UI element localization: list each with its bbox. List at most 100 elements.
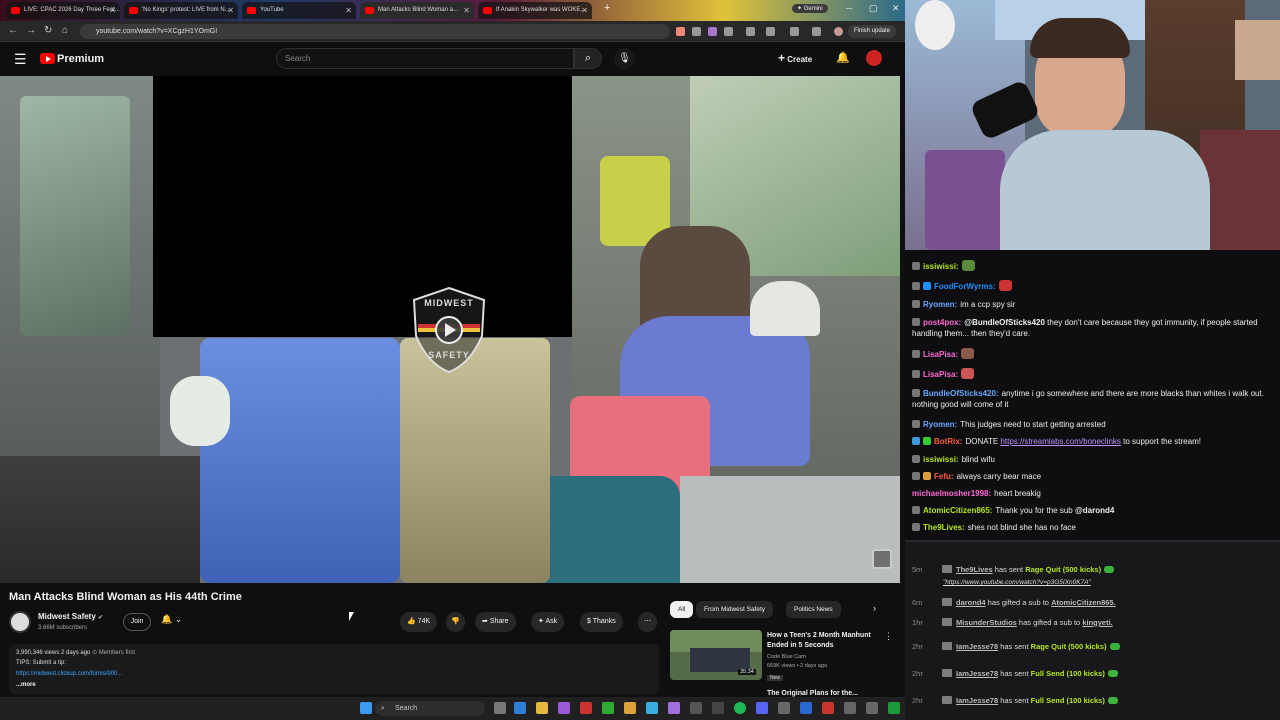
channel-watermark-icon[interactable] [872,549,892,569]
chip-from-channel[interactable]: From Midwest Safety [696,601,774,618]
search-button[interactable]: ⌕ [574,48,602,69]
more-vert-icon[interactable]: ⋮ [884,631,893,642]
stream-events-feed: 5m The9Lives has sent Rage Quit (500 kick… [905,540,1280,720]
forward-icon[interactable]: → [26,25,36,36]
hamburger-menu-icon[interactable]: ☰ [14,52,27,66]
new-tab-button[interactable]: + [604,2,610,14]
extension-icon[interactable] [676,27,685,36]
browser-tab[interactable]: If Anakin Skywalker was WOKE... ✕ [478,2,592,19]
create-button[interactable]: + Create [778,51,812,67]
extension-icon[interactable] [746,27,755,36]
event-link[interactable]: "https://www.youtube.com/watch?v=p3G5IXn… [943,578,1280,588]
chevron-down-icon: ⌄ [174,614,183,624]
chip-all[interactable]: All [670,601,694,618]
task-view-icon[interactable] [494,702,506,714]
browser-tab[interactable]: LIVE: CPAC 2026 Day Three Feat... ✕ [6,2,120,19]
close-icon[interactable]: ✕ [581,2,588,19]
recommended-title[interactable]: The Original Plans for the... [767,690,858,697]
discord-icon[interactable] [756,702,768,714]
back-icon[interactable]: ← [8,25,18,36]
gem-icon [1109,643,1120,650]
avatar[interactable] [866,50,882,66]
description-link[interactable]: https://midwest.clickup.com/forms/900... [16,671,122,677]
chip-politics-news[interactable]: Politics News [786,601,841,618]
search-input[interactable]: Search [276,48,574,69]
badge-icon [923,282,931,290]
finish-update-button[interactable]: Finish update [848,25,897,38]
youtube-logo-icon[interactable] [40,53,55,64]
search-icon: ⌕ [381,705,385,712]
maximize-icon[interactable]: ▢ [869,3,878,14]
app-icon[interactable] [844,702,856,714]
show-more-link[interactable]: ...more [16,682,36,688]
voice-search-button[interactable]: 🎙 [614,48,635,69]
chat-message: LisaPisa: [912,368,1272,380]
notifications-icon[interactable]: 🔔 [836,51,850,64]
extension-icon[interactable] [766,27,775,36]
home-icon[interactable]: ⌂ [62,25,68,36]
folder-icon[interactable] [624,702,636,714]
app-icon[interactable] [712,702,724,714]
app-icon[interactable] [668,702,680,714]
video-duration: 35:34 [738,669,756,675]
app-icon[interactable] [602,702,614,714]
spotify-icon[interactable] [734,702,746,714]
app-icon[interactable] [690,702,702,714]
address-bar-row: ← → ↻ ⌂ youtube.com/watch?v=XCgzH1YOmGI … [0,21,905,42]
video-player[interactable]: MIDWEST SAFETY [0,76,900,583]
microphone-icon: 🎙 [618,53,631,64]
sparkle-icon: ✦ [538,618,544,625]
extension-icon[interactable] [812,27,821,36]
gem-icon [1107,697,1118,704]
app-icon[interactable] [866,702,878,714]
close-icon[interactable]: ✕ [463,2,470,19]
channel-avatar[interactable] [9,611,31,633]
app-icon[interactable] [778,702,790,714]
extension-icon[interactable] [790,27,799,36]
close-icon[interactable]: ✕ [345,2,352,19]
browser-tab-active[interactable]: Man Attacks Blind Woman a... ✕ [360,2,474,19]
close-window-icon[interactable]: ✕ [892,3,900,14]
windows-start-icon[interactable] [360,702,372,714]
taskbar-search-input[interactable]: ⌕ Search [375,701,485,716]
close-icon[interactable]: ✕ [109,2,116,19]
thanks-button[interactable]: $ Thanks [580,612,623,632]
app-icon[interactable] [580,702,592,714]
share-icon: ➦ [482,618,488,625]
extension-icon[interactable] [692,27,701,36]
bus-seat-left [0,456,200,583]
url-field[interactable]: youtube.com/watch?v=XCgzH1YOmGI [80,24,670,39]
join-button[interactable]: Join [123,613,151,631]
youtube-header: ☰ Premium Search ⌕ 🎙 + Create 🔔 [0,42,905,76]
close-icon[interactable]: ✕ [227,2,234,19]
recommended-channel[interactable]: Code Blue Cam [767,654,806,660]
like-button[interactable]: 👍 74K [400,612,438,632]
app-icon[interactable] [888,702,900,714]
ask-button[interactable]: ✦ Ask [531,612,565,632]
donate-link[interactable]: https://streamlabs.com/boneclinks [1000,437,1121,446]
share-button[interactable]: ➦ Share [475,612,516,632]
more-actions-button[interactable]: ⋯ [638,612,657,632]
app-icon[interactable] [646,702,658,714]
channel-name[interactable]: Midwest Safety ✔ [38,612,103,621]
recommended-title[interactable]: How a Teen's 2 Month Manhunt Ended in 5 … [767,631,885,651]
minimize-icon[interactable]: ─ [846,3,852,13]
dislike-button[interactable]: 👎 [446,612,465,632]
profile-icon[interactable] [834,27,843,36]
youtube-favicon-icon [365,7,374,14]
app-icon[interactable] [822,702,834,714]
extension-icon[interactable] [724,27,733,36]
emote-icon [961,260,975,271]
browser-tab[interactable]: 'No Kings' protest: LIVE from N... ✕ [124,2,238,19]
edge-icon[interactable] [514,702,526,714]
subscription-bell-button[interactable]: 🔔 ⌄ [161,614,182,625]
app-icon[interactable] [800,702,812,714]
browser-tab[interactable]: YouTube ✕ [242,2,356,19]
app-icon[interactable] [558,702,570,714]
kick-icon [942,598,952,606]
extension-icon[interactable] [708,27,717,36]
chrome-icon[interactable] [536,702,548,714]
reload-icon[interactable]: ↻ [44,25,52,36]
chevron-right-icon[interactable]: › [873,603,876,613]
gemini-button[interactable]: ✦ Gemini [792,4,828,13]
